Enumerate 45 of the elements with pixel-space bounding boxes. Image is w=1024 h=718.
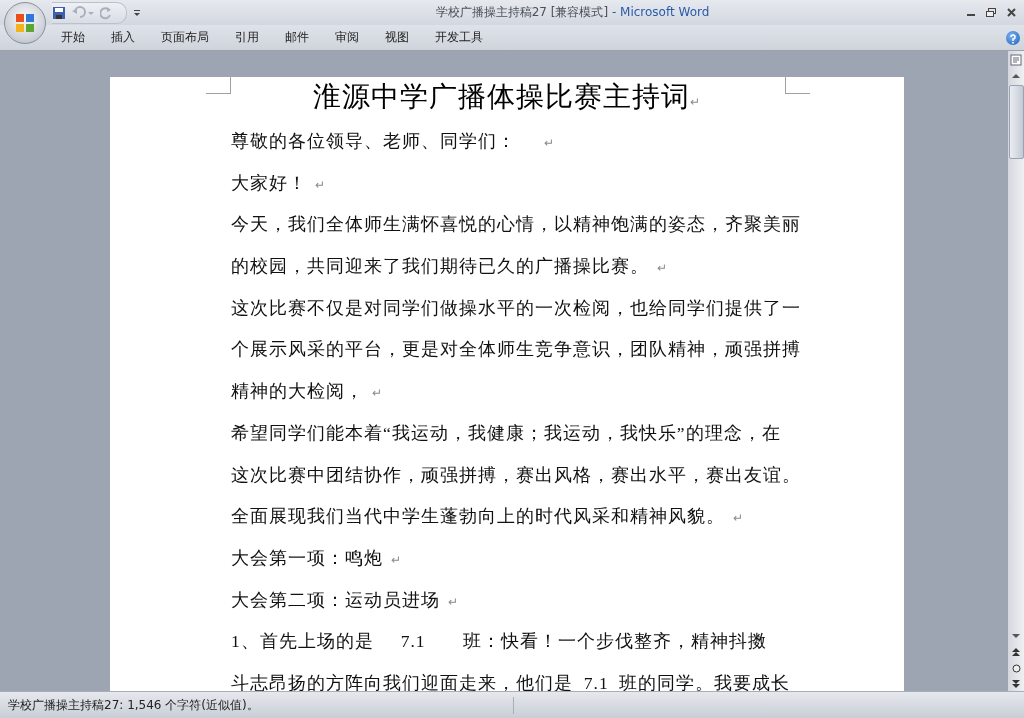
document-text-line: 大会第一项：鸣炮 bbox=[231, 547, 383, 568]
margin-corner-mark bbox=[206, 77, 231, 94]
document-text-line: 1、首先上场的是 7.1 班：快看！一个步伐整齐，精神抖擞 bbox=[231, 631, 768, 652]
close-icon[interactable] bbox=[1006, 8, 1016, 17]
customize-dropdown-icon[interactable] bbox=[133, 8, 141, 17]
office-button[interactable] bbox=[4, 2, 46, 44]
document-text-line: 今天，我们全体师生满怀喜悦的心情，以精神饱满的姿态，齐聚美丽 bbox=[231, 214, 801, 235]
status-text: 学校广播操主持稿27: 1,546 个字符(近似值)。 bbox=[0, 696, 514, 714]
ribbon-tab[interactable]: 引用 bbox=[222, 25, 272, 50]
document-text-line: 精神的大检阅， bbox=[231, 381, 364, 402]
paragraph-mark: ↵ bbox=[391, 552, 402, 567]
ribbon-tab[interactable]: 邮件 bbox=[272, 25, 322, 50]
paragraph-mark: ↵ bbox=[315, 177, 326, 192]
document-text-line: 的校园，共同迎来了我们期待已久的广播操比赛。 bbox=[231, 256, 649, 277]
window-title: 学校广播操主持稿27 [兼容模式] - Microsoft Word bbox=[434, 4, 711, 21]
margin-corner-mark bbox=[785, 77, 810, 94]
paragraph-mark: ↵ bbox=[372, 386, 383, 401]
document-text-line: 尊敬的各位领导、老师、同学们： bbox=[231, 131, 516, 151]
save-icon[interactable] bbox=[52, 5, 66, 20]
document-text-line: 希望同学们能本着“我运动，我健康；我运动，我快乐”的理念，在 bbox=[231, 422, 781, 443]
restore-icon[interactable] bbox=[986, 8, 996, 17]
document-text-line: 这次比赛中团结协作，顽强拼搏，赛出风格，赛出水平，赛出友谊。 bbox=[231, 464, 801, 485]
document-text-line: 大会第二项：运动员进场 bbox=[231, 589, 440, 610]
document-text-line: 全面展现我们当代中学生蓬勃向上的时代风采和精神风貌。 bbox=[231, 506, 725, 527]
ribbon-tab[interactable]: 插入 bbox=[98, 25, 148, 50]
ribbon-tab[interactable]: 审阅 bbox=[322, 25, 372, 50]
paragraph-mark: ↵ bbox=[733, 511, 744, 526]
ruler-toggle-icon[interactable] bbox=[1009, 53, 1023, 67]
document-text-line: 大家好！ bbox=[231, 172, 307, 193]
browse-object-icon[interactable] bbox=[1009, 661, 1023, 675]
ribbon-tab[interactable]: 页面布局 bbox=[148, 25, 222, 50]
office-logo-icon bbox=[14, 12, 36, 34]
ribbon-tab[interactable]: 开发工具 bbox=[422, 25, 496, 50]
paragraph-mark: ↵ bbox=[544, 136, 555, 150]
scrollbar-thumb[interactable] bbox=[1008, 85, 1024, 159]
document-title: 淮源中学广播体操比赛主持词↵ bbox=[313, 80, 701, 114]
paragraph-mark: ↵ bbox=[690, 95, 701, 109]
document-text-line: 斗志昂扬的方阵向我们迎面走来，他们是 7.1 班的同学。我要成长 bbox=[231, 672, 791, 691]
document-text-line: 个展示风采的平台，更是对全体师生竞争意识，团队精神，顽强拼搏 bbox=[231, 339, 801, 360]
ribbon-tab[interactable]: 开始 bbox=[48, 25, 98, 50]
paragraph-mark: ↵ bbox=[657, 261, 668, 276]
paragraph-mark: ↵ bbox=[448, 594, 459, 609]
document-text-line: 这次比赛不仅是对同学们做操水平的一次检阅，也给同学们提供了一 bbox=[231, 297, 801, 318]
help-icon[interactable] bbox=[1006, 30, 1020, 45]
ribbon-tab[interactable]: 视图 bbox=[372, 25, 422, 50]
